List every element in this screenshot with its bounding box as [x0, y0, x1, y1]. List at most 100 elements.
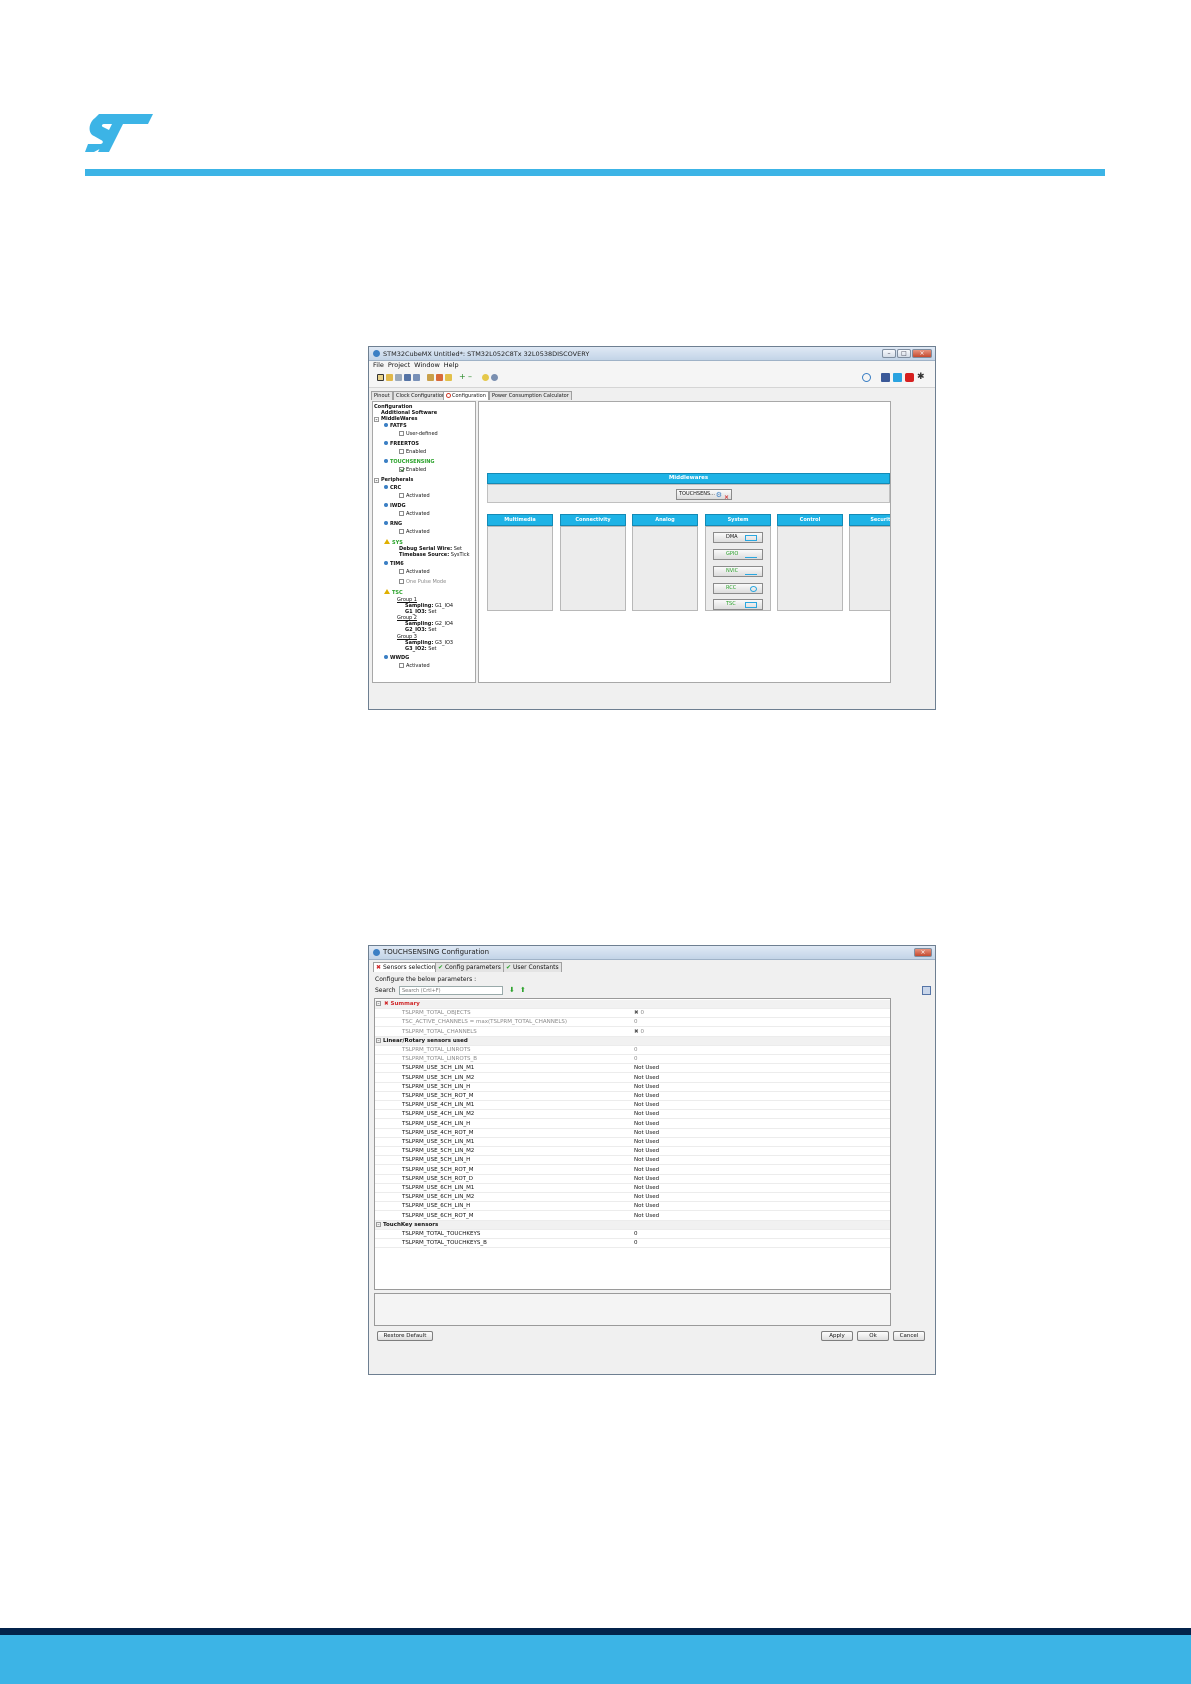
parameter-value[interactable]: 0 — [634, 1046, 638, 1055]
checkbox[interactable] — [399, 663, 404, 668]
parameter-value[interactable]: Not Used — [634, 1138, 659, 1147]
parameter-value[interactable]: Not Used — [634, 1184, 659, 1193]
freertos-option[interactable]: Enabled — [399, 449, 426, 455]
parameter-value[interactable]: 0 — [634, 1230, 638, 1239]
parameter-row[interactable]: TSLPRM_TOTAL_CHANNELS ✖ 0 — [375, 1028, 890, 1037]
minimize-icon[interactable]: – — [882, 349, 896, 358]
search-up-icon[interactable]: ⬆ — [520, 986, 526, 994]
tsc-button[interactable]: TSC — [713, 599, 763, 610]
parameter-row[interactable]: TSLPRM_TOTAL_TOUCHKEYS_B 0 — [375, 1239, 890, 1249]
tree-tim6[interactable]: TIM6 — [384, 561, 404, 567]
zoom-in-icon[interactable]: + — [459, 373, 466, 381]
about-icon[interactable] — [491, 374, 498, 381]
menu-window[interactable]: Window — [414, 361, 440, 370]
parameter-row[interactable]: TSLPRM_TOTAL_OBJECTS ✖ 0 — [375, 1009, 890, 1019]
parameter-value[interactable]: Not Used — [634, 1156, 659, 1165]
close-icon[interactable]: × — [912, 349, 932, 358]
tab-sensors-selection[interactable]: ✖ Sensors selection — [373, 962, 439, 972]
menu-file[interactable]: File — [373, 361, 384, 370]
parameter-value[interactable]: Not Used — [634, 1147, 659, 1156]
generate-report-icon[interactable] — [436, 374, 443, 381]
tree-iwdg[interactable]: IWDG — [384, 503, 406, 509]
cancel-button[interactable]: Cancel — [893, 1331, 925, 1341]
update-icon[interactable] — [862, 373, 871, 382]
parameter-row[interactable]: TSLPRM_USE_6CH_LIN_M1 Not Used — [375, 1184, 890, 1193]
tree-peripherals[interactable]: – Peripherals — [374, 477, 413, 483]
save-icon[interactable] — [404, 374, 411, 381]
load-icon[interactable] — [395, 374, 402, 381]
parameter-row[interactable]: TSLPRM_TOTAL_LINROTS 0 — [375, 1046, 890, 1055]
parameter-value[interactable]: Not Used — [634, 1212, 659, 1221]
parameter-row[interactable]: TSLPRM_USE_4CH_LIN_H Not Used — [375, 1120, 890, 1129]
import-icon[interactable] — [427, 374, 434, 381]
parameter-value[interactable]: Not Used — [634, 1092, 659, 1101]
close-icon[interactable]: × — [914, 948, 932, 957]
tim6-option-1[interactable]: Activated — [399, 569, 430, 575]
parameter-group-header[interactable]: – ✖ Summary — [375, 1000, 890, 1009]
tree-rng[interactable]: RNG — [384, 521, 402, 527]
collapse-icon[interactable]: – — [376, 1001, 381, 1006]
save-as-icon[interactable] — [413, 374, 420, 381]
rcc-button[interactable]: RCC — [713, 583, 763, 594]
tab-clock-configuration[interactable]: Clock Configuration — [393, 391, 449, 400]
generate-code-icon[interactable] — [445, 374, 452, 381]
parameter-row[interactable]: TSLPRM_USE_6CH_ROT_M Not Used — [375, 1212, 890, 1221]
fatfs-option[interactable]: User-defined — [399, 431, 438, 437]
tree-freertos[interactable]: FREERTOS — [384, 441, 419, 447]
checkbox[interactable] — [399, 493, 404, 498]
tree-tsc[interactable]: TSC — [384, 589, 403, 596]
menu-project[interactable]: Project — [388, 361, 410, 370]
rng-option[interactable]: Activated — [399, 529, 430, 535]
crc-option[interactable]: Activated — [399, 493, 430, 499]
collapse-icon[interactable]: – — [374, 478, 379, 483]
parameter-row[interactable]: TSLPRM_USE_6CH_LIN_H Not Used — [375, 1202, 890, 1212]
parameter-row[interactable]: TSLPRM_TOTAL_TOUCHKEYS 0 — [375, 1230, 890, 1239]
search-input[interactable] — [399, 986, 503, 995]
new-project-icon[interactable] — [377, 374, 384, 381]
open-icon[interactable] — [386, 374, 393, 381]
tree-touchsensing[interactable]: TOUCHSENSING — [384, 459, 435, 465]
parameter-value[interactable]: 0 — [634, 1055, 638, 1064]
parameter-value[interactable]: Not Used — [634, 1129, 659, 1138]
maximize-icon[interactable]: □ — [897, 349, 911, 358]
tab-power-consumption-calculator[interactable]: Power Consumption Calculator — [489, 391, 572, 400]
parameter-value[interactable]: Not Used — [634, 1110, 659, 1119]
parameter-row[interactable]: TSLPRM_USE_6CH_LIN_M2 Not Used — [375, 1193, 890, 1203]
parameter-row[interactable]: TSLPRM_USE_5CH_LIN_M1 Not Used — [375, 1138, 890, 1147]
parameter-value[interactable]: Not Used — [634, 1120, 659, 1129]
parameter-value[interactable]: ✖ 0 — [634, 1009, 644, 1018]
parameter-value[interactable]: Not Used — [634, 1064, 659, 1073]
tab-pinout[interactable]: Pinout — [371, 391, 393, 400]
parameter-row[interactable]: TSLPRM_USE_3CH_LIN_M2 Not Used — [375, 1074, 890, 1083]
checkbox[interactable] — [399, 431, 404, 436]
parameter-value[interactable]: Not Used — [634, 1166, 659, 1175]
parameter-row[interactable]: TSLPRM_USE_4CH_LIN_M2 Not Used — [375, 1110, 890, 1120]
parameter-row[interactable]: TSLPRM_USE_3CH_LIN_M1 Not Used — [375, 1064, 890, 1074]
touchsensing-config-button[interactable]: TOUCHSENS... ⚙ × — [676, 489, 732, 501]
checkbox[interactable] — [399, 529, 404, 534]
tim6-option-2[interactable]: One Pulse Mode — [399, 579, 446, 585]
dma-button[interactable]: DMA — [713, 532, 763, 543]
restore-default-button[interactable]: Restore Default — [377, 1331, 433, 1341]
tree-wwdg[interactable]: WWDG — [384, 655, 409, 661]
iwdg-option[interactable]: Activated — [399, 511, 430, 517]
tree-crc[interactable]: CRC — [384, 485, 401, 491]
expand-all-icon[interactable] — [922, 986, 931, 995]
parameter-value[interactable]: ✖ 0 — [634, 1028, 644, 1037]
tree-fatfs[interactable]: FATFS — [384, 423, 407, 429]
parameter-value[interactable]: Not Used — [634, 1175, 659, 1184]
touchsensing-option[interactable]: Enabled — [399, 467, 426, 473]
tab-configuration[interactable]: Configuration — [443, 391, 489, 400]
checkbox[interactable] — [399, 449, 404, 454]
parameter-value[interactable]: Not Used — [634, 1202, 659, 1211]
apply-button[interactable]: Apply — [821, 1331, 853, 1341]
twitter-icon[interactable] — [893, 373, 902, 382]
st-community-icon[interactable]: ✱ — [917, 373, 926, 382]
collapse-icon[interactable]: – — [376, 1037, 381, 1043]
parameter-value[interactable]: Not Used — [634, 1101, 659, 1110]
checkbox-checked[interactable] — [399, 467, 404, 472]
parameter-row[interactable]: TSLPRM_USE_3CH_LIN_H Not Used — [375, 1083, 890, 1092]
tree-middlewares[interactable]: – MiddleWares — [374, 416, 418, 422]
nvic-button[interactable]: NVIC — [713, 566, 763, 577]
parameter-row[interactable]: TSLPRM_USE_3CH_ROT_M Not Used — [375, 1092, 890, 1101]
